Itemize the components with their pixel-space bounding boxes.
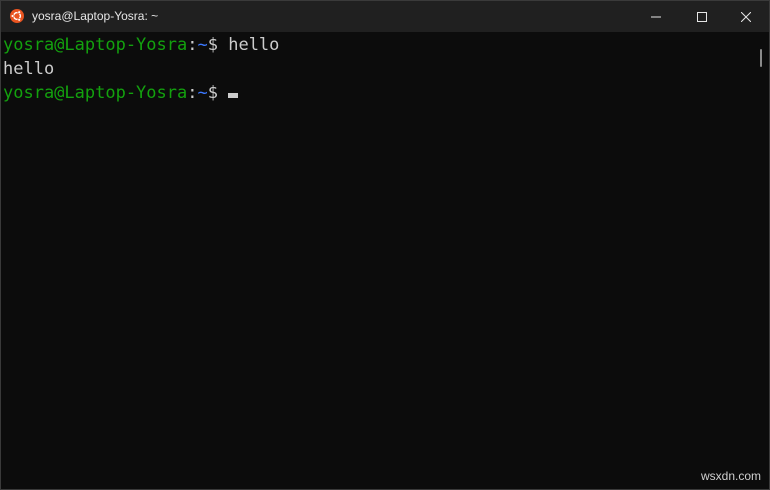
prompt-separator: : xyxy=(187,35,198,55)
prompt-line: yosra@Laptop-Yosra:~$ hello xyxy=(3,33,753,57)
minimize-icon xyxy=(651,16,661,17)
command-text: hello xyxy=(228,35,280,55)
prompt-separator: : xyxy=(187,83,198,103)
prompt-symbol: $ xyxy=(207,35,229,55)
user-host: yosra@Laptop-Yosra xyxy=(3,83,188,103)
user-host: yosra@Laptop-Yosra xyxy=(3,35,188,55)
prompt-line: yosra@Laptop-Yosra:~$ xyxy=(3,81,753,105)
current-path: ~ xyxy=(197,83,208,103)
output-line: hello xyxy=(3,57,753,81)
window-title: yosra@Laptop-Yosra: ~ xyxy=(32,9,159,23)
maximize-button[interactable] xyxy=(679,1,725,32)
scrollbar[interactable] xyxy=(753,32,769,489)
terminal-window: yosra@Laptop-Yosra: ~ yosra@Laptop-Yosra… xyxy=(0,0,770,490)
watermark: wsxdn.com xyxy=(701,469,762,483)
ubuntu-logo-icon xyxy=(10,9,24,23)
command-output: hello xyxy=(3,59,55,79)
prompt-symbol: $ xyxy=(207,83,229,103)
scrollbar-thumb[interactable] xyxy=(760,49,762,67)
current-path: ~ xyxy=(197,35,208,55)
close-button[interactable] xyxy=(723,1,769,32)
terminal-output[interactable]: yosra@Laptop-Yosra:~$ hello hello yosra@… xyxy=(1,32,753,489)
close-icon xyxy=(741,11,751,22)
minimize-button[interactable] xyxy=(633,1,679,32)
maximize-icon xyxy=(697,11,707,22)
title-bar[interactable]: yosra@Laptop-Yosra: ~ xyxy=(1,1,769,32)
text-cursor xyxy=(228,93,239,98)
